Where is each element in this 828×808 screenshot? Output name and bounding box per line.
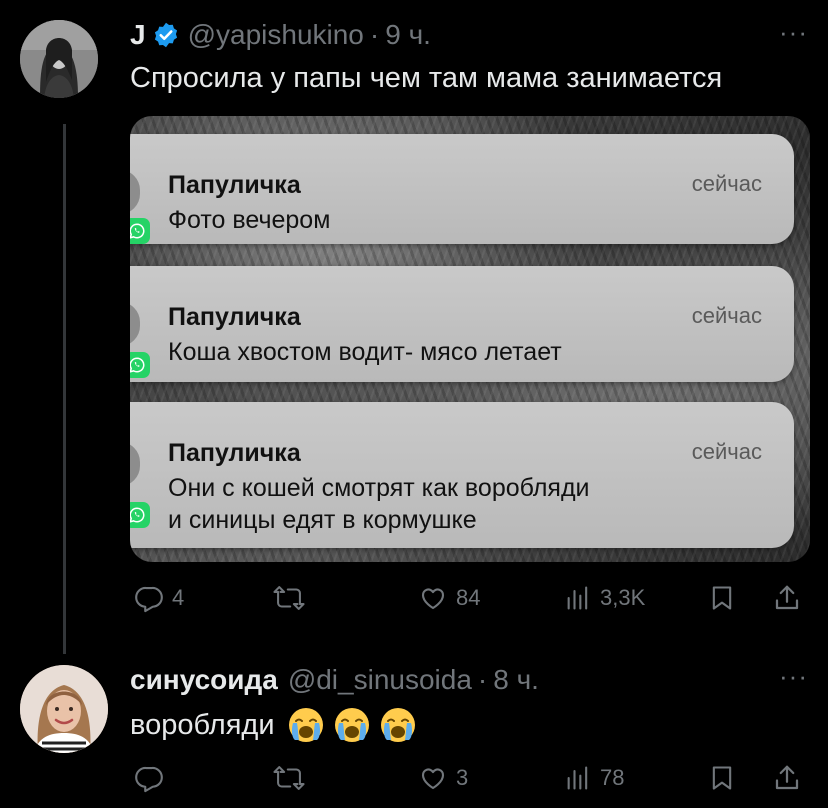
- like-button[interactable]: 3: [418, 758, 468, 798]
- author-handle[interactable]: @yapishukino: [188, 18, 364, 52]
- retweet-button[interactable]: [272, 758, 314, 798]
- reply-button[interactable]: [134, 758, 172, 798]
- tweet-actions-bar: 4 84 3,3K: [130, 578, 810, 618]
- contact-avatar: [130, 442, 140, 486]
- contact-avatar: [130, 302, 140, 346]
- notification-message: Коша хвостом водит- мясо летает: [168, 336, 562, 368]
- notification-message: Фото вечером: [168, 204, 330, 236]
- bookmark-button[interactable]: [708, 758, 736, 798]
- author-handle[interactable]: @di_sinusoida: [288, 663, 472, 697]
- tweet-header: синусоида @di_sinusoida · 8 ч.: [130, 663, 539, 697]
- tweet-header: J @yapishukino · 9 ч.: [130, 18, 431, 52]
- share-icon: [775, 765, 799, 790]
- like-count: 84: [456, 585, 481, 610]
- views-icon: [567, 766, 588, 790]
- separator-dot: ·: [369, 19, 380, 50]
- reply-icon: [135, 586, 163, 613]
- retweet-icon: [273, 766, 305, 790]
- tweet-text: Спросила у папы чем там мама занимается: [130, 62, 723, 94]
- timestamp[interactable]: 8 ч.: [493, 663, 539, 697]
- tweet-media-image[interactable]: Папуличка сейчас Фото вечером Папуличка …: [130, 116, 810, 562]
- loudly-crying-face-icon: [333, 706, 371, 744]
- view-count: 78: [600, 765, 625, 790]
- bookmark-icon: [712, 766, 732, 790]
- whatsapp-icon: [130, 502, 150, 528]
- notification-sender: Папуличка: [168, 439, 301, 467]
- share-icon: [775, 585, 799, 610]
- bookmark-icon: [712, 586, 732, 610]
- whatsapp-icon: [130, 218, 150, 244]
- more-options-icon[interactable]: ···: [779, 19, 808, 45]
- notification-message-line: и синицы едят в кормушке: [168, 506, 477, 534]
- share-button[interactable]: [772, 758, 802, 798]
- timestamp[interactable]: 9 ч.: [385, 18, 431, 52]
- avatar[interactable]: [20, 665, 108, 753]
- contact-avatar: [130, 170, 140, 214]
- retweet-icon: [273, 586, 305, 610]
- author-name[interactable]: J: [130, 18, 146, 52]
- tweet-text-content: воробляди: [130, 709, 275, 741]
- heart-icon: [421, 588, 445, 610]
- reply-count: 4: [172, 585, 185, 610]
- whatsapp-icon: [130, 352, 150, 378]
- like-count: 3: [456, 765, 469, 790]
- tweet-text: воробляди: [130, 706, 417, 744]
- like-button[interactable]: 84: [418, 578, 480, 618]
- notification-time: сейчас: [691, 171, 762, 196]
- share-button[interactable]: [772, 578, 802, 618]
- notification-time: сейчас: [691, 439, 762, 464]
- notification-message-line: Фото вечером: [168, 206, 331, 234]
- notification-card: Папуличка сейчас Коша хвостом водит- мяс…: [130, 266, 794, 382]
- heart-icon: [421, 768, 445, 790]
- notification-message: Они с кошей смотрят как воробляди и сини…: [168, 472, 590, 536]
- views-button[interactable]: 78: [564, 758, 624, 798]
- bookmark-button[interactable]: [708, 578, 736, 618]
- tweet-actions-bar: 3 78: [130, 758, 810, 798]
- author-name[interactable]: синусоида: [130, 663, 278, 697]
- views-icon: [567, 586, 588, 610]
- loudly-crying-face-icon: [287, 706, 325, 744]
- separator-dot: ·: [477, 664, 488, 695]
- verified-badge-icon: [152, 21, 180, 49]
- views-button[interactable]: 3,3K: [564, 578, 645, 618]
- thread-connector-line: [63, 124, 66, 654]
- notification-time: сейчас: [691, 303, 762, 328]
- reply-icon: [135, 766, 163, 793]
- notification-card: Папуличка сейчас Они с кошей смотрят как…: [130, 402, 794, 548]
- view-count: 3,3K: [600, 585, 646, 610]
- loudly-crying-face-icon: [379, 706, 417, 744]
- notification-message-line: Коша хвостом водит- мясо летает: [168, 338, 562, 366]
- more-options-icon[interactable]: ···: [779, 663, 808, 689]
- notification-sender: Папуличка: [168, 171, 301, 199]
- reply-button[interactable]: 4: [134, 578, 184, 618]
- retweet-button[interactable]: [272, 578, 314, 618]
- notification-card: Папуличка сейчас Фото вечером: [130, 134, 794, 244]
- notification-message-line: Они с кошей смотрят как воробляди: [168, 474, 590, 502]
- avatar[interactable]: [20, 20, 98, 98]
- notification-sender: Папуличка: [168, 303, 301, 331]
